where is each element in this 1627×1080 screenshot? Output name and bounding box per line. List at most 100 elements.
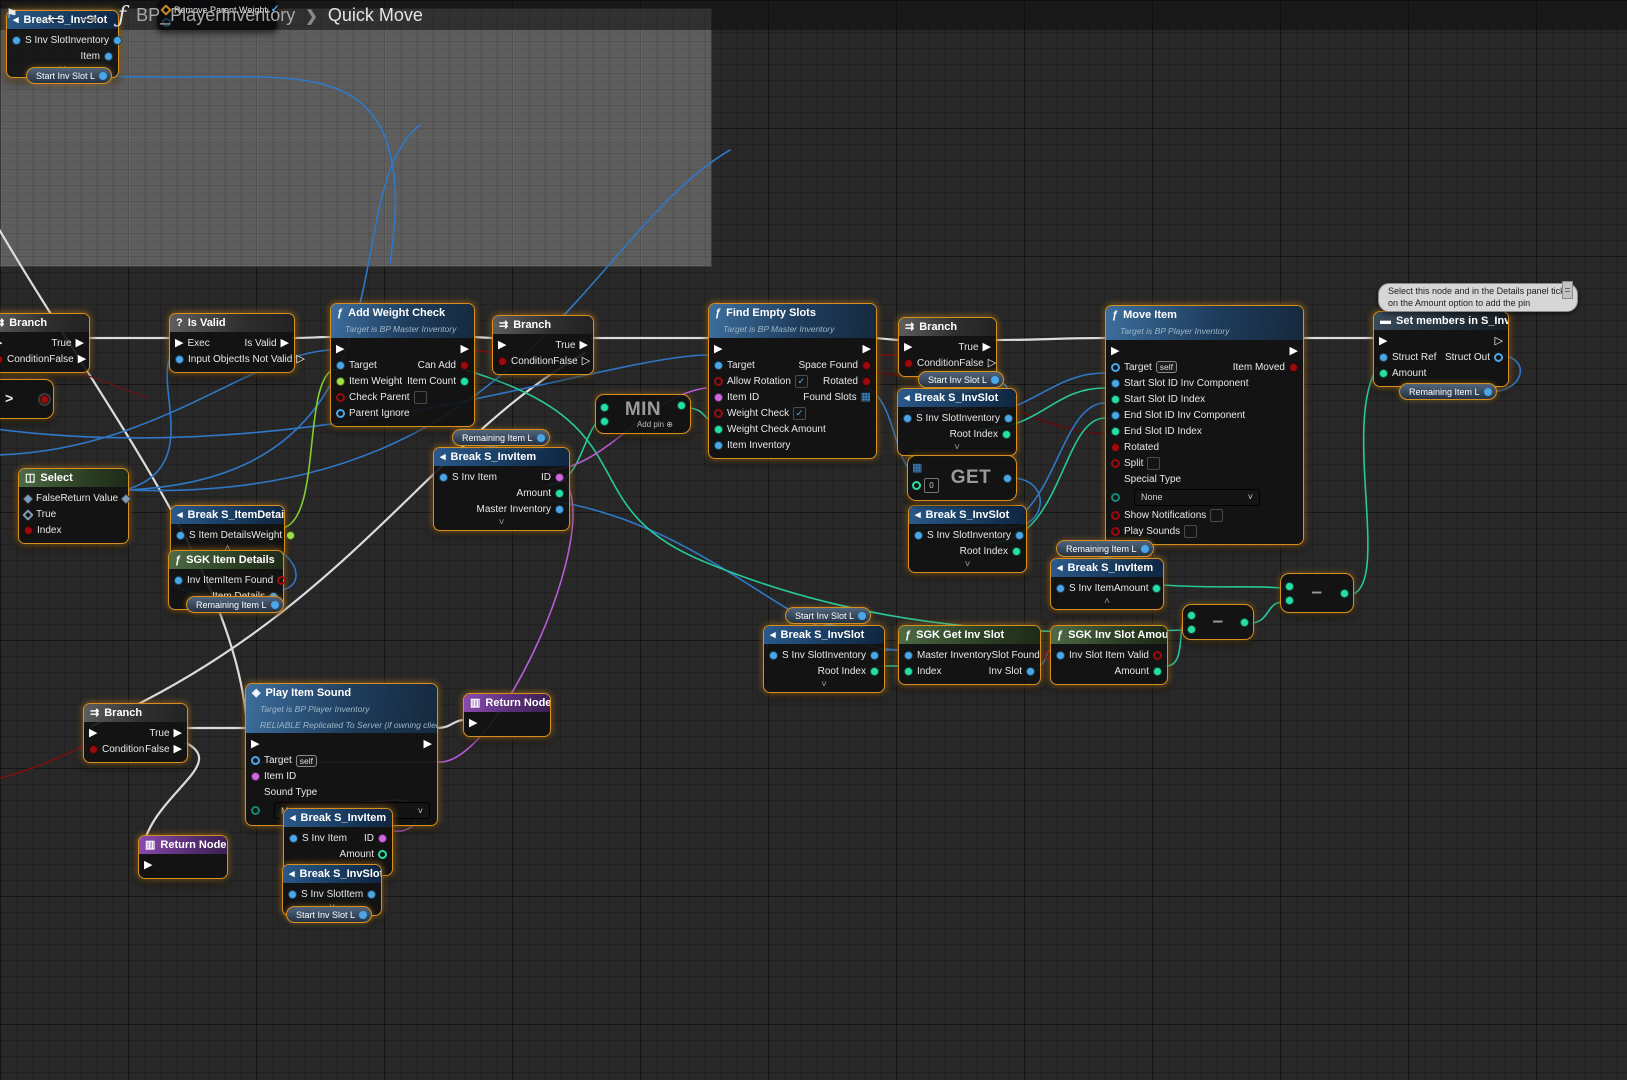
- enum-pin[interactable]: [251, 806, 260, 815]
- pill-output-pin[interactable]: [858, 612, 866, 620]
- node-find-empty-slots[interactable]: ƒFind Empty SlotsTarget is BP Master Inv…: [708, 303, 877, 459]
- node-break-s-invslot-1[interactable]: ◂Break S_InvSlotS Inv SlotInventoryRoot …: [897, 388, 1017, 456]
- pin-item-found[interactable]: [277, 576, 286, 585]
- node-min[interactable]: MINAdd pin ⊕: [595, 394, 691, 434]
- output-pin[interactable]: [1003, 474, 1012, 483]
- pin-item-count[interactable]: [460, 377, 469, 386]
- pin-s-inv-slot[interactable]: [769, 651, 778, 660]
- pin-weight-check[interactable]: [714, 409, 723, 418]
- pin-amount[interactable]: [378, 850, 387, 859]
- pin-item-inventory[interactable]: [714, 441, 723, 450]
- nav-back-icon[interactable]: ←: [42, 0, 68, 28]
- node-break-s-invitem-1[interactable]: ◂Break S_InvItemS Inv ItemIDAmountMaster…: [433, 447, 570, 531]
- pin-is-valid[interactable]: ▶: [281, 339, 289, 348]
- resize-handle-icon[interactable]: ◢: [700, 252, 709, 266]
- pin-id[interactable]: [555, 473, 564, 482]
- pin-true[interactable]: ▶: [983, 343, 991, 352]
- node-move-item[interactable]: ƒMove ItemTarget is BP Player Inventory▶…: [1105, 305, 1304, 545]
- checkbox[interactable]: [414, 391, 427, 404]
- pin-root-index[interactable]: [870, 667, 879, 676]
- pin-s-inv-slot[interactable]: [12, 36, 21, 45]
- pin-exec[interactable]: ▶: [904, 343, 912, 352]
- pin-root-index[interactable]: [1002, 430, 1011, 439]
- pin-target[interactable]: [1111, 363, 1120, 372]
- node-set-members[interactable]: ▬Set members in S_InvItem▶▷Struct RefStr…: [1373, 311, 1509, 387]
- input-pin[interactable]: [600, 403, 609, 412]
- pin-item[interactable]: [367, 890, 376, 899]
- pin-exec[interactable]: ▶: [1111, 347, 1119, 356]
- pin-condition[interactable]: [0, 355, 3, 364]
- pill-output-pin[interactable]: [359, 911, 367, 919]
- pin-s-inv-item[interactable]: [439, 473, 448, 482]
- node-is-valid[interactable]: ?Is Valid▶ExecIs Valid▶Input ObjectIs No…: [169, 313, 295, 373]
- expand-chevron[interactable]: ˅: [764, 681, 884, 692]
- breadcrumb-blueprint-name[interactable]: BP_PlayerInventory: [136, 5, 295, 26]
- pin-can-add[interactable]: [460, 361, 469, 370]
- pin-master-inventory[interactable]: [555, 505, 564, 514]
- node-select[interactable]: ◫SelectFalseReturn ValueTrueIndex: [18, 468, 129, 544]
- pin-exec[interactable]: ▶: [714, 345, 722, 354]
- node-branch-2[interactable]: ⇉Branch▶True▶ConditionFalse▷: [492, 315, 594, 375]
- pin-split[interactable]: [1111, 459, 1120, 468]
- pin-target[interactable]: [251, 756, 260, 765]
- pill-output-pin[interactable]: [537, 434, 545, 442]
- pin-exec[interactable]: ▶: [144, 861, 152, 870]
- pin-true[interactable]: [22, 509, 33, 520]
- pin-struct-ref[interactable]: [1379, 353, 1388, 362]
- pin-item-weight[interactable]: [336, 377, 345, 386]
- pin-space-found[interactable]: [862, 361, 871, 370]
- node-branch-3[interactable]: ⇉Branch▶True▶ConditionFalse▷: [898, 317, 997, 377]
- pin-index[interactable]: [24, 526, 33, 535]
- array-input-pin[interactable]: ▦: [912, 464, 939, 473]
- local-var-pill-remaining-item-l-1[interactable]: Remaining Item L: [452, 429, 550, 446]
- pin-exec[interactable]: ▶: [498, 341, 506, 350]
- pin-end-slot-id-index[interactable]: [1111, 427, 1120, 436]
- pin-inv-item[interactable]: [174, 576, 183, 585]
- pin-master-inventory[interactable]: [904, 651, 913, 660]
- pin-weight-check-amount[interactable]: [714, 425, 723, 434]
- pin-play-sounds[interactable]: [1111, 527, 1120, 536]
- pin-s-inv-slot[interactable]: [903, 414, 912, 423]
- checkbox[interactable]: ✓: [793, 407, 806, 420]
- pin-rotated[interactable]: [1111, 443, 1120, 452]
- pin-weight[interactable]: [286, 531, 295, 540]
- pin-item-valid[interactable]: [1153, 651, 1162, 660]
- pin-target[interactable]: [336, 361, 345, 370]
- pin-condition[interactable]: [498, 357, 507, 366]
- pin-false[interactable]: [22, 493, 33, 504]
- pill-output-pin[interactable]: [991, 376, 999, 384]
- pin-start-slot-id-index[interactable]: [1111, 395, 1120, 404]
- local-var-pill-remaining-item-l-3[interactable]: Remaining Item L: [1399, 383, 1497, 400]
- pill-output-pin[interactable]: [271, 601, 279, 609]
- local-var-pill-start-inv-slot-l-4[interactable]: Start Inv Slot L: [286, 906, 372, 923]
- checkbox[interactable]: ✓: [795, 375, 808, 388]
- node-add-weight-check[interactable]: ƒAdd Weight CheckTarget is BP Master Inv…: [330, 303, 475, 427]
- pin-exec[interactable]: ▶: [1290, 347, 1298, 356]
- pin-inv-slot[interactable]: [1056, 651, 1065, 660]
- index-pin[interactable]: [912, 481, 921, 490]
- checkbox[interactable]: [1210, 509, 1223, 522]
- local-var-pill-start-inv-slot-l-3[interactable]: Start Inv Slot L: [785, 607, 871, 624]
- pin-amount[interactable]: [1379, 369, 1388, 378]
- pin-return-value[interactable]: [120, 493, 131, 504]
- input-pin[interactable]: [1285, 596, 1294, 605]
- node-get[interactable]: ▦0GET: [907, 455, 1017, 501]
- node-subtract-2[interactable]: –: [1280, 573, 1354, 613]
- pin-show-notifications[interactable]: [1111, 511, 1120, 520]
- dropdown[interactable]: None˅: [1134, 489, 1260, 506]
- node-subtract-1[interactable]: –: [1182, 604, 1254, 640]
- pin-inventory[interactable]: [870, 651, 879, 660]
- node-break-s-invitem-2[interactable]: ◂Break S_InvItemS Inv ItemAmount˄: [1050, 558, 1164, 610]
- enum-pin[interactable]: [1111, 493, 1120, 502]
- pin-item[interactable]: [104, 52, 113, 61]
- checkbox[interactable]: [1147, 457, 1160, 470]
- expand-chevron[interactable]: ˅: [898, 444, 1016, 455]
- pin-exec[interactable]: ▶: [1379, 337, 1387, 346]
- pin-exec[interactable]: ▶: [461, 345, 469, 354]
- pin-rotated[interactable]: [862, 377, 871, 386]
- pin-exec[interactable]: ▷: [1495, 337, 1503, 346]
- blueprint-graph-editor[interactable]: ◢ ⇉Branch▶True▶ConditionFalse▶?Is Valid▶…: [0, 0, 1627, 1080]
- pin-item-id[interactable]: [251, 772, 260, 781]
- node-break-s-invslot-3[interactable]: ◂Break S_InvSlotS Inv SlotInventoryRoot …: [763, 625, 885, 693]
- pin-allow-rotation[interactable]: [714, 377, 723, 386]
